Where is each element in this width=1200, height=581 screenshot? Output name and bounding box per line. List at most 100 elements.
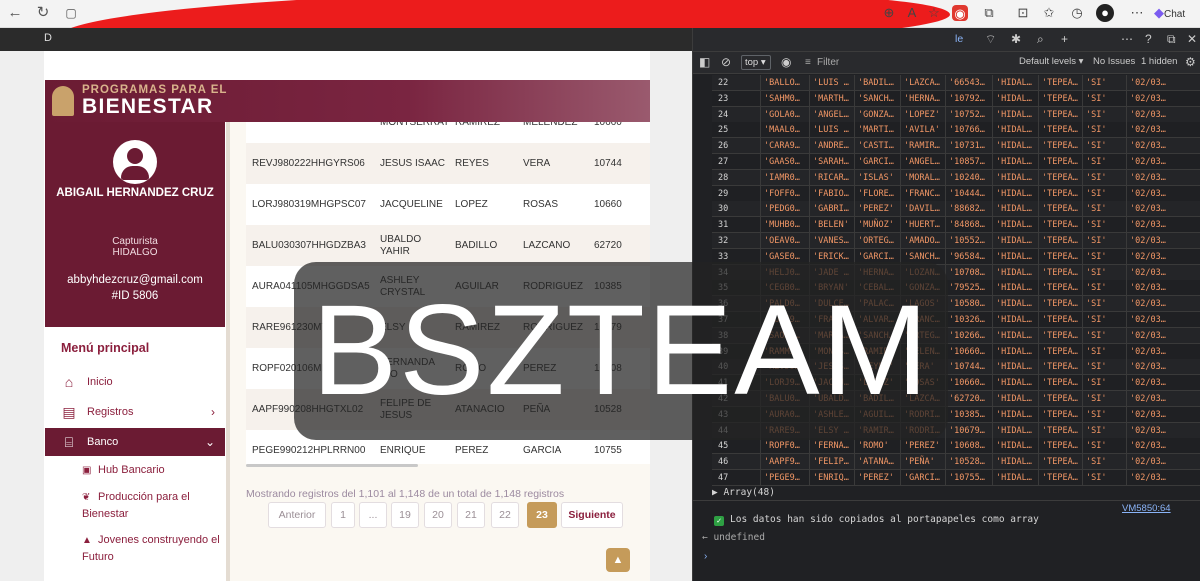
puzzle-icon[interactable]: ⧉ [980,4,998,22]
bank-icon: ⌸ [64,434,74,450]
console-cell: 'MUÑOZ' [854,217,900,234]
scroll-top-button[interactable]: ▲ [606,548,630,572]
clipboard-icon: ▤ [62,404,76,420]
levels-dropdown[interactable]: Default levels ▾ [1019,56,1083,67]
dock-icon[interactable]: ⧉ [1167,32,1176,47]
user-id: #ID 5806 [111,290,159,302]
console-cell: 'TEPEA… [1038,90,1082,107]
console-cell: 'SI' [1082,280,1126,297]
console-cell: '02/03… [1126,138,1186,155]
table-cell-materno: LAZCANO [523,239,571,251]
history-icon[interactable]: ◷ [1068,4,1086,22]
console-cell: 'RAMIR… [900,138,945,155]
array-toggle[interactable]: ▶ Array(48) [712,487,775,498]
collections-icon[interactable]: ⊡ [1014,4,1032,22]
table-row[interactable]: REVJ980222HHGYRS06 JESUS ISAAC REYES VERA 10… [246,143,650,184]
star-list-icon[interactable]: ✩ [1040,4,1058,22]
console-toolbar: ◧ ⊘ top ▾ ◉ ≡ Filter Default levels ▾ No … [693,52,1200,74]
settings-icon[interactable]: ⚙ [1185,55,1196,69]
table-row[interactable]: BALU030307HHGDZBA3 UBALDO YAHIR BADILLO LAZ… [246,225,650,266]
levels-label: Default levels [1019,56,1077,67]
extension-icon[interactable]: ◉ [952,5,968,21]
console-cell: '02/03… [1126,185,1186,202]
zoom-icon[interactable]: ⊕ [880,4,898,22]
console-cell: '10708… [945,264,992,281]
page-button[interactable]: 20 [424,502,452,528]
console-cell: '02/03… [1126,154,1186,170]
profile-icon[interactable]: ● [1096,4,1114,22]
issues-label[interactable]: No Issues [1093,56,1135,67]
menu-item-banco[interactable]: ⌸ Banco ⌄ [45,428,225,456]
console-cell: 'TEPEA… [1038,185,1082,202]
network-icon[interactable]: ⌔ [985,32,996,47]
source-link[interactable]: VM5850:64 [1122,503,1171,514]
bug-icon[interactable]: ✱ [1011,32,1021,46]
help-icon[interactable]: ? [1145,32,1152,46]
sub-item-jovenes[interactable]: ▲ Jovenes construyendo el Futuro [82,532,222,565]
page-button[interactable]: 23 [527,502,557,528]
table-cell-materno: ROSAS [523,198,559,210]
eye-icon[interactable]: ◉ [781,55,791,69]
search-icon[interactable]: ⌕ [1037,32,1044,47]
console-cell: '66543… [945,75,992,91]
console-cell: '02/03… [1126,359,1186,376]
menu-item-inicio[interactable]: ⌂ Inicio [45,368,225,396]
user-role: Capturista HIDALGO [55,236,215,258]
add-tab-icon[interactable]: + [1061,32,1068,46]
table-cell-cuenta: 62720 [594,239,622,251]
sidebar-toggle-icon[interactable]: ◧ [699,55,710,69]
console-prompt[interactable]: › [704,551,707,562]
page-button[interactable]: 22 [491,502,519,528]
tab-partial[interactable]: D [44,32,52,44]
filter-icon: ≡ [805,57,811,68]
console-cell: 'PEREZ' [900,438,945,455]
console-cell: 'HIDAL… [992,296,1038,313]
sub-item-hub-bancario[interactable]: ▣ Hub Bancario [82,462,222,479]
console-row-index: 32 [718,236,729,246]
console-row-index: 23 [718,93,729,104]
return-arrow-icon: ← [702,532,714,543]
console-cell: 'GARCI… [900,470,945,486]
filter-input[interactable]: ≡ Filter [803,55,1003,70]
tab-console[interactable]: le [955,33,963,45]
console-cell: 'BELEN' [809,217,854,234]
console-cell: 'GOLA0… [760,106,809,123]
page-button[interactable]: 1 [331,502,355,528]
back-icon[interactable]: ← [6,4,24,22]
more-tabs-icon[interactable]: ⋯ [1121,32,1133,46]
bienestar-logo-icon [52,86,74,116]
more-icon[interactable]: ⋯ [1128,4,1146,22]
console-row-index: 30 [718,204,729,215]
console-cell: 'SI' [1082,201,1126,218]
page-button[interactable]: Anterior [268,502,326,528]
page-button[interactable]: 19 [391,502,419,528]
refresh-icon[interactable]: ↻ [34,4,52,22]
console-cell: 'SI' [1082,343,1126,360]
console-cell: 'GAAS0… [760,154,809,170]
page-button[interactable]: 21 [457,502,485,528]
read-aloud-icon[interactable]: A [903,4,921,22]
page-button[interactable]: Siguiente [561,502,623,528]
console-cell: '02/03… [1126,217,1186,234]
console-cell: 'TEPEA… [1038,327,1082,344]
copilot-button[interactable]: ◆Chat [1154,4,1185,22]
clear-console-icon[interactable]: ⊘ [721,55,731,69]
favorite-icon[interactable]: ☆ [925,4,943,22]
close-icon[interactable]: ✕ [1187,32,1197,46]
vertical-scrollbar[interactable] [226,122,230,581]
console-cell: '02/03… [1126,470,1186,486]
console-cell: 'SI' [1082,248,1126,265]
console-cell: '02/03… [1126,454,1186,471]
console-cell: '10580… [945,296,992,313]
menu-item-label: Inicio [87,376,113,388]
horizontal-scrollbar[interactable] [246,464,418,467]
console-cell: '02/03… [1126,391,1186,407]
sub-item-produccion[interactable]: ❦ Producción para el Bienestar [82,489,222,522]
menu-item-registros[interactable]: ▤ Registros › [45,398,225,426]
copilot-icon: ◆ [1154,5,1164,20]
page-button[interactable]: ... [359,502,387,528]
context-select[interactable]: top ▾ [741,55,771,70]
table-row[interactable]: LORJ980319MHGPSC07 JACQUELINE LOPEZ ROSAS 10… [246,184,650,225]
console-row: 28 'IAMR0… 'RICAR… 'ISLAS' 'MORAL… '10240… 'HI… [712,169,1200,186]
console-cell: 'SI' [1082,438,1126,455]
